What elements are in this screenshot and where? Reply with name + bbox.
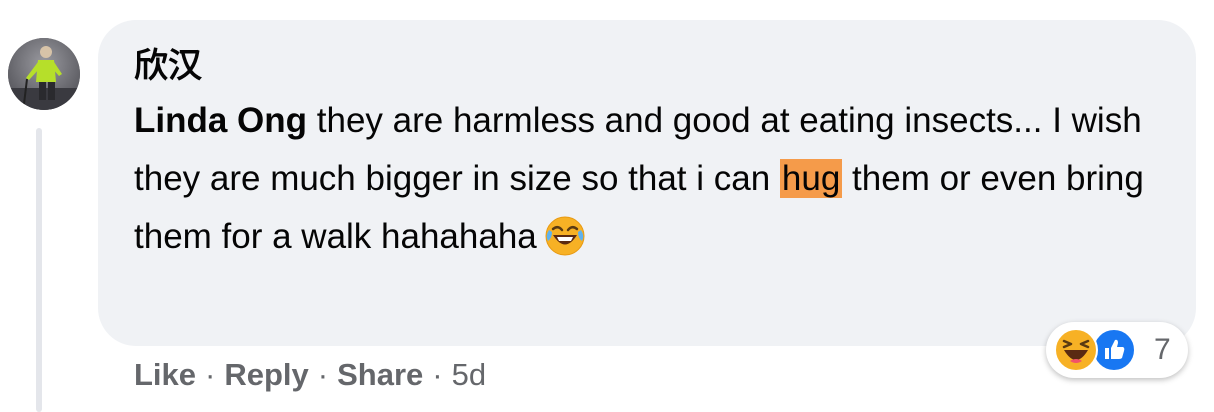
comment-text: Linda Ong they are harmless and good at … xyxy=(134,92,1164,276)
comment-actions: Like · Reply · Share · 5d xyxy=(134,352,486,398)
comment-timestamp[interactable]: 5d xyxy=(452,352,486,398)
haha-reaction-icon xyxy=(1054,328,1098,372)
tears-of-joy-emoji-icon xyxy=(543,214,587,276)
like-button[interactable]: Like xyxy=(134,352,196,398)
separator-dot: · xyxy=(205,357,216,392)
avatar-photo xyxy=(8,38,80,110)
thread-line xyxy=(36,128,42,412)
mention-link[interactable]: Linda Ong xyxy=(134,101,307,140)
reply-button[interactable]: Reply xyxy=(224,352,308,398)
comment-bubble: 欣汉 Linda Ong they are harmless and good … xyxy=(98,20,1196,346)
reaction-count: 7 xyxy=(1154,333,1171,366)
share-button[interactable]: Share xyxy=(337,352,423,398)
separator-dot: · xyxy=(317,357,329,392)
separator-dot: · xyxy=(432,357,443,392)
comment: 欣汉 Linda Ong they are harmless and good … xyxy=(0,0,1214,412)
comment-author[interactable]: 欣汉 xyxy=(134,44,1160,88)
reactions-summary[interactable]: 7 xyxy=(1046,322,1188,378)
like-reaction-icon xyxy=(1092,328,1136,372)
search-highlight: hug xyxy=(779,159,843,198)
avatar[interactable] xyxy=(8,38,80,110)
